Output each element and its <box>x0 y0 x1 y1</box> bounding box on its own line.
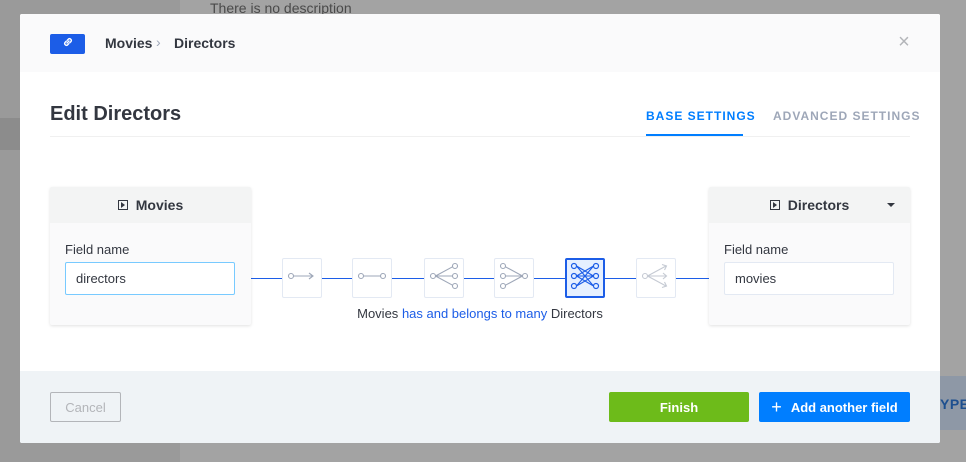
one-to-many-relation-icon <box>429 262 459 295</box>
relation-many-to-one-button[interactable] <box>494 258 534 298</box>
close-icon[interactable]: × <box>896 32 912 52</box>
cancel-button[interactable]: Cancel <box>50 392 121 422</box>
left-model-card: Movies Field name <box>50 187 251 325</box>
left-model-header: Movies <box>50 187 251 223</box>
breadcrumb-item-movies: Movies <box>105 35 153 51</box>
modal-title: Edit Directors <box>50 103 182 125</box>
edit-field-modal: Movies › Directors × Edit Directors BASE… <box>20 14 940 443</box>
right-model-name: Directors <box>787 197 850 213</box>
one-to-one-relation-icon <box>357 269 387 288</box>
breadcrumb-item-directors: Directors <box>174 35 236 51</box>
caret-down-icon[interactable] <box>887 203 895 207</box>
relation-one-to-one-button[interactable] <box>352 258 392 298</box>
tab-advanced-settings[interactable]: ADVANCED SETTINGS <box>773 109 920 123</box>
many-way-relation-icon <box>641 262 671 295</box>
relation-one-to-many-button[interactable] <box>424 258 464 298</box>
modal-header: Movies › Directors × <box>20 14 940 72</box>
left-model-name: Movies <box>135 197 184 213</box>
content-type-icon <box>117 200 128 210</box>
one-way-relation-icon <box>287 269 317 288</box>
link-icon <box>62 35 74 53</box>
title-divider <box>50 136 910 137</box>
background-type-label: YPE <box>940 396 966 412</box>
right-model-header[interactable]: Directors <box>709 187 910 223</box>
relation-many-to-many-button[interactable] <box>565 258 605 298</box>
add-another-field-label: Add another field <box>790 399 898 415</box>
relation-left-model: Movies <box>357 306 399 321</box>
right-field-name-label: Field name <box>724 242 789 257</box>
relation-badge <box>50 34 85 54</box>
relation-many-way-button[interactable] <box>636 258 676 298</box>
relation-right-model: Directors <box>550 306 603 321</box>
background-sidebar-item <box>0 118 20 150</box>
relation-type-text: has and belongs to many <box>401 306 548 321</box>
relation-description: Movies has and belongs to many Directors <box>20 306 940 321</box>
right-field-name-input[interactable] <box>724 262 894 295</box>
left-field-name-input[interactable] <box>65 262 235 295</box>
right-model-card: Directors Field name <box>709 187 910 325</box>
modal-footer: Cancel Finish + Add another field <box>20 371 940 443</box>
many-to-one-relation-icon <box>499 262 529 295</box>
finish-button[interactable]: Finish <box>609 392 749 422</box>
tab-base-settings[interactable]: BASE SETTINGS <box>646 109 756 123</box>
plus-icon: + <box>771 397 782 417</box>
chevron-right-icon: › <box>156 34 161 50</box>
many-to-many-relation-icon <box>570 262 600 295</box>
active-tab-indicator <box>646 134 743 136</box>
content-type-icon <box>769 200 780 210</box>
relation-one-way-button[interactable] <box>282 258 322 298</box>
left-field-name-label: Field name <box>65 242 130 257</box>
add-another-field-button[interactable]: + Add another field <box>759 392 910 422</box>
